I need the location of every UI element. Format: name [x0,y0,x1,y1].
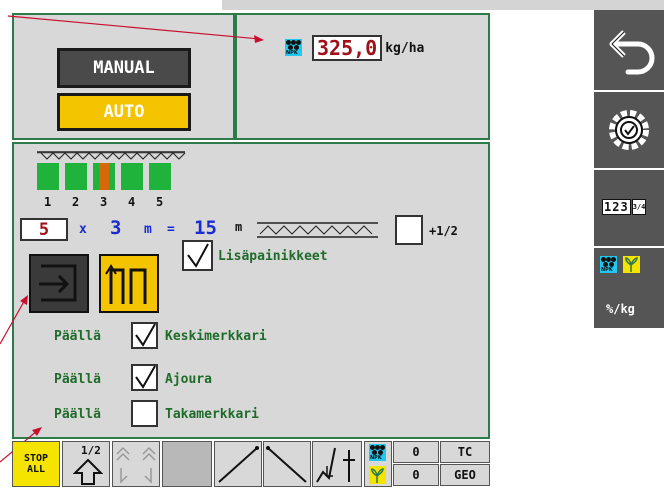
back-button[interactable] [594,10,664,90]
product-button[interactable]: NPK %/kg [594,248,664,328]
left-marker-icon [218,446,259,483]
counter-button[interactable]: 123 3/4 [594,170,664,246]
geo-button[interactable]: GEO [440,464,490,486]
settings-button[interactable] [594,92,664,168]
counter-bottom: 0 [393,464,439,486]
annotation-arrows [0,15,264,463]
rear-marker-button[interactable] [312,441,362,487]
seed-icon [623,256,640,273]
empty-slot [162,441,212,487]
rear-marker-icon [316,447,355,483]
right-marker-icon [266,446,307,483]
counter-top: 0 [393,441,439,463]
undo-arrow-icon [609,30,655,75]
stop-all-button[interactable]: STOP ALL [12,441,60,487]
right-marker-button[interactable] [263,441,311,487]
counter-icon: 123 3/4 [602,199,647,215]
npk-seed-icon: NPK [364,441,392,487]
seed-icon [369,466,386,484]
up-arrow-icon [73,458,103,485]
left-marker-button[interactable] [214,441,262,487]
half-width-button[interactable]: 1/2 [62,441,110,487]
sections-arrows-icon [116,446,156,484]
npk-icon: NPK [600,256,617,273]
gear-check-icon [609,110,649,150]
tc-button[interactable]: TC [440,441,490,463]
percent-kg-label: %/kg [606,302,635,316]
section-toggle-button[interactable] [112,441,160,487]
